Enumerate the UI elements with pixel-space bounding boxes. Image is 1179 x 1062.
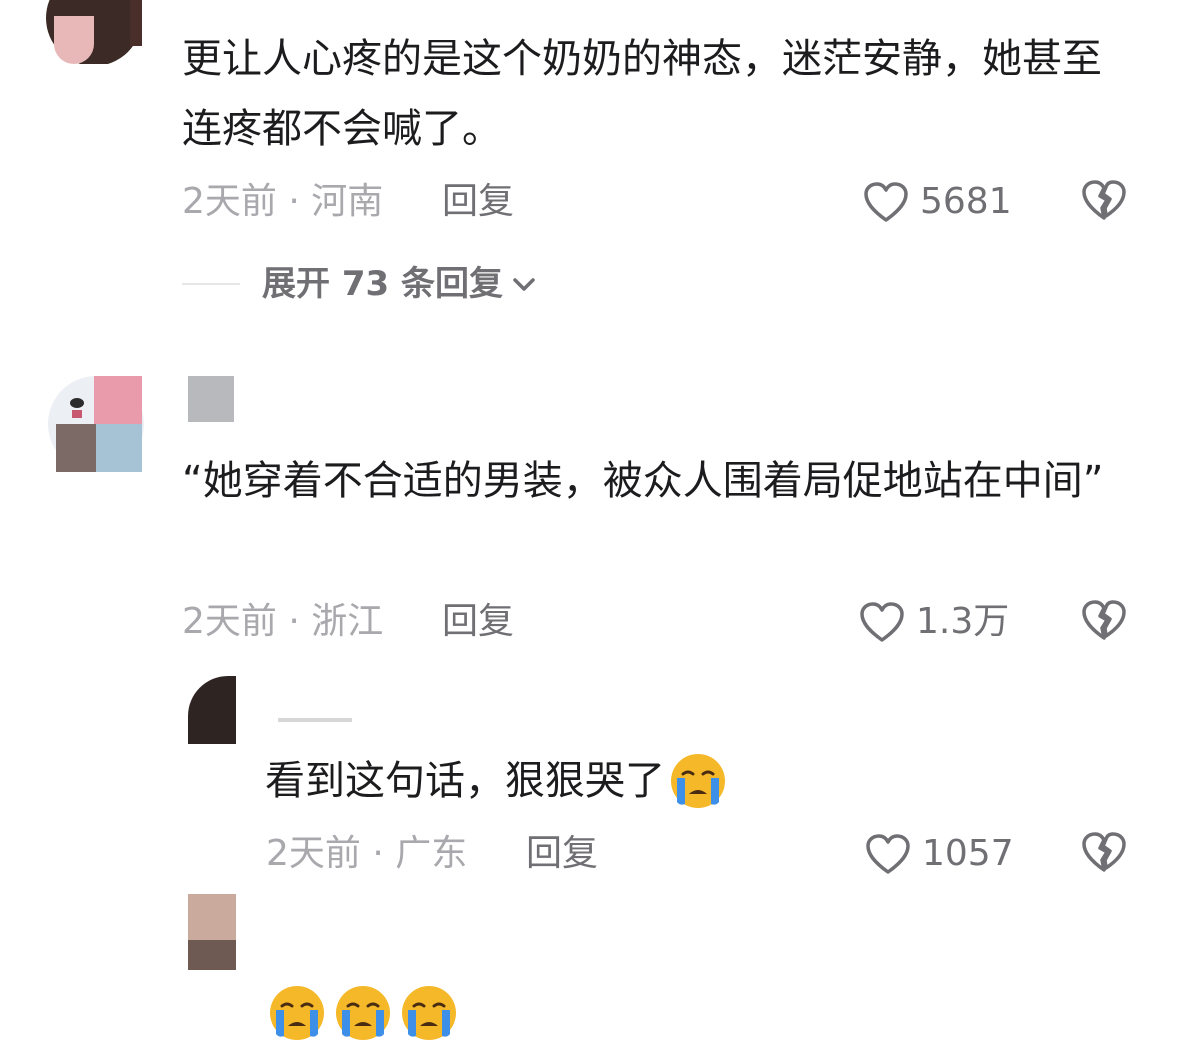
expand-divider [182,283,240,285]
avatar[interactable] [188,676,236,744]
expand-replies-label: 展开 73 条回复 [262,264,503,304]
broken-heart-icon [1082,180,1126,220]
username-placeholder[interactable] [278,718,352,722]
comment-text: “她穿着不合适的男装，被众人围着局促地站在中间” [182,458,1104,504]
reply-button[interactable]: 回复 [526,832,598,876]
crying-face-icon [671,754,725,808]
avatar[interactable] [188,894,236,970]
heart-icon [860,602,904,642]
crying-face-icon [270,986,324,1040]
dislike-button[interactable] [1080,830,1128,878]
username-placeholder[interactable] [188,376,234,422]
comment-text: 更让人心疼的是这个奶奶的神态，迷茫安静，她甚至连疼都不会喊了。 [182,36,1102,152]
crying-face-icon [336,986,390,1040]
broken-heart-icon [1082,832,1126,872]
avatar[interactable] [48,376,144,472]
reply-meta: 2天前 · 广东 [266,833,468,874]
crying-face-icon [402,986,456,1040]
avatar[interactable] [46,0,142,64]
broken-heart-icon [1082,600,1126,640]
heart-icon [866,834,910,874]
reply-emojis [268,984,458,1042]
like-count: 1.3万 [916,601,1010,642]
reply-button[interactable]: 回复 [442,600,514,644]
reply-text: 看到这句话，狠狠哭了 [265,746,727,816]
reply-button[interactable]: 回复 [442,180,514,224]
heart-icon [864,182,908,222]
like-button[interactable]: 1057 [864,830,1014,878]
reply-text-content: 看到这句话，狠狠哭了 [265,758,665,804]
comment-meta: 2天前 · 浙江 [182,601,384,642]
dislike-button[interactable] [1080,178,1128,226]
like-count: 5681 [920,181,1012,222]
like-count: 1057 [922,833,1014,874]
dislike-button[interactable] [1080,598,1128,646]
like-button[interactable]: 1.3万 [858,598,1009,646]
like-button[interactable]: 5681 [862,178,1012,226]
comment-meta: 2天前 · 河南 [182,181,384,222]
expand-replies-button[interactable]: 展开 73 条回复 [262,262,537,306]
chevron-down-icon [513,278,535,291]
